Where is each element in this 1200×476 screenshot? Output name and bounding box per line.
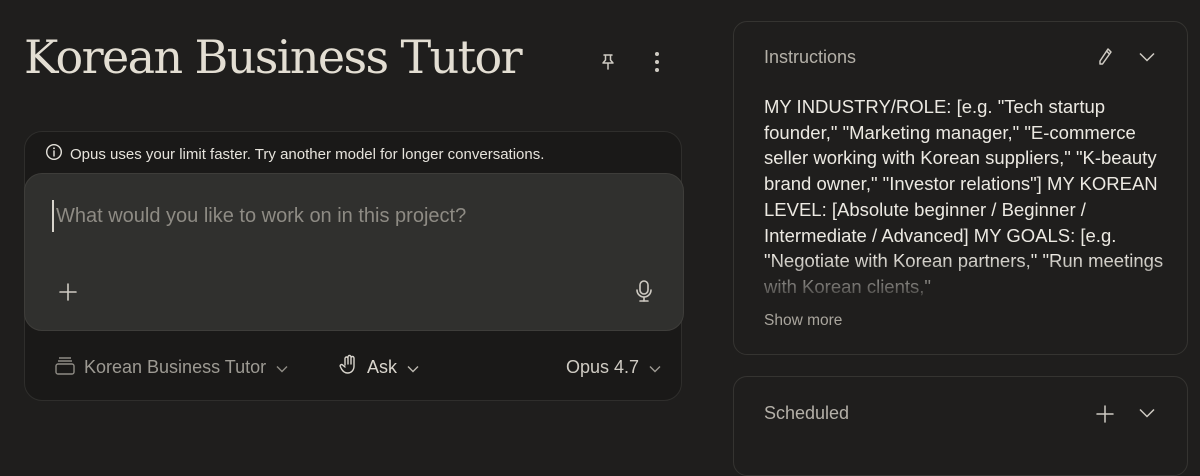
chevron-down-icon: [407, 357, 419, 378]
scheduled-panel: [733, 376, 1188, 476]
instructions-title: Instructions: [764, 47, 857, 67]
folder-stack-icon: [54, 354, 76, 381]
scheduled-title: Scheduled: [764, 403, 850, 423]
model-selector[interactable]: Opus 4.7: [566, 354, 661, 380]
chevron-down-icon: [649, 357, 661, 378]
more-vertical-icon[interactable]: [645, 48, 669, 76]
chevron-down-icon[interactable]: [1136, 402, 1158, 424]
microphone-icon[interactable]: [632, 278, 656, 304]
usage-notice: Opus uses your limit faster. Try another…: [45, 143, 544, 165]
chevron-down-icon[interactable]: [1136, 46, 1158, 68]
pin-icon[interactable]: [596, 50, 620, 74]
info-icon: [45, 143, 63, 165]
hand-icon: [339, 354, 359, 381]
add-attachment-icon[interactable]: [56, 280, 80, 304]
pencil-icon[interactable]: [1094, 45, 1116, 69]
prompt-box: [24, 173, 684, 331]
project-selector[interactable]: Korean Business Tutor: [54, 354, 288, 380]
show-more-link[interactable]: Show more: [764, 312, 842, 330]
add-schedule-icon[interactable]: [1093, 402, 1117, 426]
project-selector-label: Korean Business Tutor: [84, 356, 267, 377]
chevron-down-icon: [276, 357, 288, 378]
model-label: Opus 4.7: [566, 356, 640, 377]
mode-label: Ask: [367, 356, 398, 377]
page-title: Korean Business Tutor: [24, 30, 523, 84]
prompt-input[interactable]: [52, 200, 658, 232]
usage-notice-text: Opus uses your limit faster. Try another…: [70, 145, 545, 163]
mode-selector[interactable]: Ask: [339, 354, 419, 380]
instructions-text: MY INDUSTRY/ROLE: [e.g. "Tech startup fo…: [764, 96, 1164, 297]
